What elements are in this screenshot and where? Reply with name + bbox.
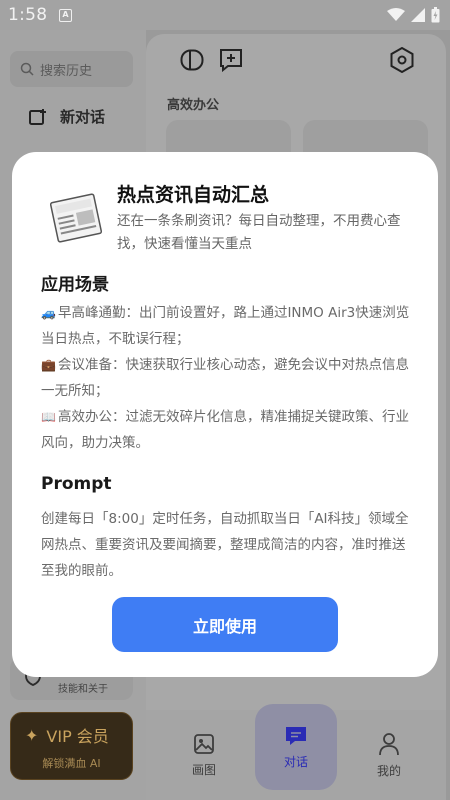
person-icon — [379, 732, 399, 755]
prompt-text: 创建每日「8:00」定时任务，自动抓取当日「AI科技」领域全网热点、重要资讯及要… — [41, 511, 409, 579]
sidebar-toggle-icon[interactable] — [180, 49, 204, 71]
nav-chat-label: 对话 — [283, 754, 308, 769]
nav-profile[interactable]: 我的 — [348, 715, 430, 795]
image-icon — [194, 733, 214, 754]
chat-icon — [286, 726, 306, 745]
status-bar: 1:58 A — [0, 0, 450, 30]
search-placeholder: 搜索历史 — [40, 63, 93, 79]
book-icon: 📖 — [41, 410, 56, 424]
search-input[interactable]: 搜索历史 — [10, 51, 133, 87]
scenario-text: 早高峰通勤：出门前设置好，路上通过INMO Air3快速浏览当日热点，不耽误行程… — [41, 305, 410, 347]
section-title: 高效办公 — [167, 98, 220, 113]
prompt-heading: Prompt — [41, 474, 112, 494]
vip-membership-card[interactable]: ✦ VIP 会员 解锁满血 AI — [10, 712, 133, 780]
search-icon — [20, 62, 34, 76]
signal-icon — [411, 8, 425, 22]
scenario-text: 会议准备：快速获取行业核心动态，避免会议中对热点信息一无所知； — [41, 357, 409, 399]
wifi-icon — [387, 8, 405, 21]
newspaper-icon — [49, 193, 103, 243]
sparkle-icon: ✦ — [25, 725, 39, 745]
car-icon: 🚙 — [41, 306, 56, 320]
new-chat-icon — [29, 108, 46, 125]
settings-hex-icon[interactable] — [390, 47, 414, 73]
skills-sub-label: 技能和关于 — [58, 684, 108, 695]
scenario-text: 高效办公：过滤无效碎片化信息，精准捕捉关键政策、行业风向，助力决策。 — [41, 409, 409, 451]
briefcase-icon: 💼 — [41, 358, 56, 372]
scenario-item: 📖 高效办公：过滤无效碎片化信息，精准捕捉关键政策、行业风向，助力决策。 — [41, 404, 417, 456]
nav-draw-label: 画图 — [191, 762, 216, 777]
add-chat-icon[interactable] — [219, 48, 243, 72]
vip-title: VIP 会员 — [46, 727, 109, 746]
modal-title: 热点资讯自动汇总 — [117, 184, 270, 206]
nav-chat[interactable]: 对话 — [255, 704, 337, 790]
scenario-item: 🚙 早高峰通勤：出门前设置好，路上通过INMO Air3快速浏览当日热点，不耽误行… — [41, 300, 417, 352]
bottom-nav: 画图 对话 我的 — [146, 704, 446, 800]
vip-subtitle: 解锁满血 AI — [42, 757, 101, 770]
template-detail-modal: 热点资讯自动汇总 还在一条条刷资讯？每日自动整理，不用费心查找，快速看懂当天重点… — [12, 152, 438, 677]
scenario-item: 💼 会议准备：快速获取行业核心动态，避免会议中对热点信息一无所知； — [41, 352, 417, 404]
battery-icon — [431, 7, 440, 23]
main-toolbar — [146, 34, 446, 89]
status-time: 1:58 — [8, 5, 48, 25]
notification-icon: A — [59, 9, 72, 22]
scenarios-heading: 应用场景 — [41, 275, 109, 295]
nav-profile-label: 我的 — [376, 763, 401, 778]
nav-draw[interactable]: 画图 — [163, 715, 245, 795]
scenarios-list: 🚙 早高峰通勤：出门前设置好，路上通过INMO Air3快速浏览当日热点，不耽误行… — [41, 300, 417, 456]
new-chat-button[interactable]: 新对话 — [28, 106, 105, 127]
modal-description: 还在一条条刷资讯？每日自动整理，不用费心查找，快速看懂当天重点 — [117, 213, 401, 252]
status-icons — [387, 7, 440, 23]
use-now-button[interactable]: 立即使用 — [112, 597, 338, 652]
vip-title-row: ✦ VIP 会员 — [25, 723, 109, 747]
new-chat-label: 新对话 — [60, 108, 106, 126]
